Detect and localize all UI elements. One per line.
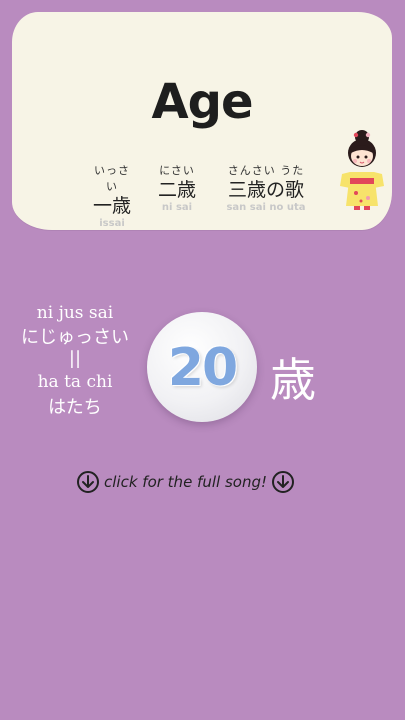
- full-song-link[interactable]: click for the full song!: [76, 468, 331, 496]
- romaji-nijussai: ni jus sai: [36, 303, 114, 323]
- title-card: Age いっさい 一歳 issai にさい 二歳 ni sai さんさい うた …: [12, 12, 392, 230]
- arrow-down-circle-icon: [272, 471, 294, 493]
- lyric-kanji: 二歳: [157, 179, 196, 201]
- lyric-kanji: 三歳の歌: [227, 179, 304, 201]
- lyric-kanji: 一歳: [92, 195, 131, 217]
- lyric-kana: いっさい: [94, 164, 130, 193]
- lyric-nisai: にさい 二歳 ni sai: [152, 162, 202, 213]
- kimono-girl-icon: [340, 130, 384, 210]
- lyric-kana: さんさい うた: [227, 164, 305, 177]
- kana-nijussai: にじゅっさい: [21, 327, 129, 348]
- number-badge: 20: [147, 312, 257, 422]
- lyric-kana: にさい: [159, 164, 195, 177]
- lyric-romaji: issai: [99, 218, 125, 229]
- kana-hatachi: はたち: [48, 397, 102, 418]
- sai-kanji: 歳: [270, 353, 316, 407]
- reading-separator: ||: [68, 348, 82, 369]
- full-song-label: click for the full song!: [104, 473, 267, 491]
- age-number: 20: [167, 338, 238, 398]
- lyric-issai: いっさい 一歳 issai: [90, 162, 134, 229]
- romaji-hatachi: ha ta chi: [37, 372, 113, 392]
- lyric-romaji: ni sai: [161, 202, 193, 213]
- arrow-down-circle-icon: [77, 471, 99, 493]
- page-title: Age: [151, 74, 253, 130]
- lyric-romaji: san sai no uta: [226, 202, 306, 213]
- lyric-sansai-no-uta: さんさい うた 三歳の歌 san sai no uta: [214, 162, 318, 213]
